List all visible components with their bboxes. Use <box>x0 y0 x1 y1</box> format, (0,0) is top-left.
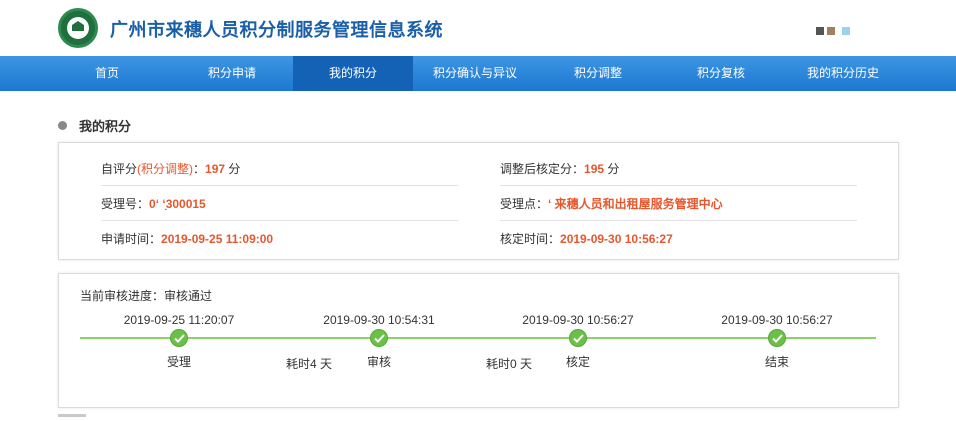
duration-2: 耗时0 天 <box>486 357 533 371</box>
accept-no-value: 0‘ ‘̣300015 <box>149 197 206 211</box>
nav-item-confirm-objection[interactable]: 积分确认与异议 <box>415 56 535 91</box>
self-score-sep: ： <box>193 162 206 176</box>
step-label-accept: 受理 <box>166 355 191 369</box>
verify-time-row: 核定时间：2019-09-30 10:56:27 <box>500 229 673 249</box>
check-icon <box>170 329 188 347</box>
apply-time-row: 申请时间：2019-09-25 11:09:00 <box>101 229 273 249</box>
accept-no-label: 受理号： <box>101 197 150 211</box>
section-title: 我的积分 <box>58 116 132 134</box>
self-score-value: 197 <box>205 162 226 176</box>
next-section-heading-cutoff <box>58 414 88 421</box>
nav-item-home[interactable]: 首页 <box>47 56 167 91</box>
accept-point-row: 受理点：‘ 来穗人员和出租屋服务管理中心 <box>500 194 723 214</box>
progress-status: 当前审核进度：审核通过 <box>80 289 213 303</box>
minimize-icon[interactable] <box>816 27 824 35</box>
emblem-icon <box>58 8 98 48</box>
adjust-score-link[interactable]: (积分调整) <box>137 162 193 176</box>
accept-no-row: 受理号：0‘ ‘̣300015 <box>101 194 206 214</box>
step-time-verify: 2019-09-30 10:56:27 <box>522 313 634 327</box>
duration-1: 耗时4 天 <box>286 357 333 371</box>
section-title-text: 我的积分 <box>79 119 132 134</box>
divider <box>101 220 458 221</box>
progress-track <box>80 337 876 339</box>
check-icon <box>569 329 587 347</box>
self-score-unit: 分 <box>228 162 241 176</box>
bullet-icon <box>58 121 67 130</box>
check-icon <box>370 329 388 347</box>
restore-icon[interactable] <box>827 27 835 35</box>
step-label-end: 结束 <box>764 355 789 369</box>
check-icon <box>768 329 786 347</box>
divider <box>500 220 857 221</box>
nav-item-apply[interactable]: 积分申请 <box>172 56 292 91</box>
step-label-review: 审核 <box>366 355 391 369</box>
step-time-end: 2019-09-30 10:56:27 <box>721 313 833 327</box>
apply-time-label: 申请时间： <box>101 232 162 246</box>
nav-item-my-score[interactable]: 我的积分 <box>293 56 413 91</box>
verify-time-label: 核定时间： <box>500 232 561 246</box>
review-progress-panel: 当前审核进度：审核通过 2019-09-25 11:20:07 受理 耗时4 天… <box>58 273 899 408</box>
verify-time-value: 2019-09-30 10:56:27 <box>560 232 673 246</box>
self-score-label: 自评分 <box>101 162 138 176</box>
score-info-panel: 自评分(积分调整)：197 分 调整后核定分：195 分 受理号：0‘ ‘̣30… <box>58 142 899 260</box>
accept-point-label: 受理点： <box>500 197 549 211</box>
step-time-review: 2019-09-30 10:54:31 <box>323 313 435 327</box>
nav-item-review[interactable]: 积分复核 <box>661 56 781 91</box>
adjusted-score-label: 调整后核定分： <box>500 162 585 176</box>
close-icon[interactable] <box>842 27 850 35</box>
adjusted-score-unit: 分 <box>607 162 620 176</box>
nav-item-adjust[interactable]: 积分调整 <box>538 56 658 91</box>
main-nav: 首页 积分申请 我的积分 积分确认与异议 积分调整 积分复核 我的积分历史 <box>0 56 956 91</box>
apply-time-value: 2019-09-25 11:09:00 <box>161 232 274 246</box>
step-label-verify: 核定 <box>565 355 590 369</box>
nav-item-history[interactable]: 我的积分历史 <box>783 56 903 91</box>
self-score-row: 自评分(积分调整)：197 分 <box>101 159 240 179</box>
step-time-accept: 2019-09-25 11:20:07 <box>123 313 235 327</box>
divider <box>500 185 857 186</box>
header: 广州市来穗人员积分制服务管理信息系统 <box>0 0 956 56</box>
accept-point-value: ‘ 来穗人员和出租屋服务管理中心 <box>548 197 723 211</box>
adjusted-score-row: 调整后核定分：195 分 <box>500 159 619 179</box>
site-title: 广州市来穗人员积分制服务管理信息系统 <box>110 20 443 40</box>
divider <box>101 185 458 186</box>
adjusted-score-value: 195 <box>584 162 605 176</box>
